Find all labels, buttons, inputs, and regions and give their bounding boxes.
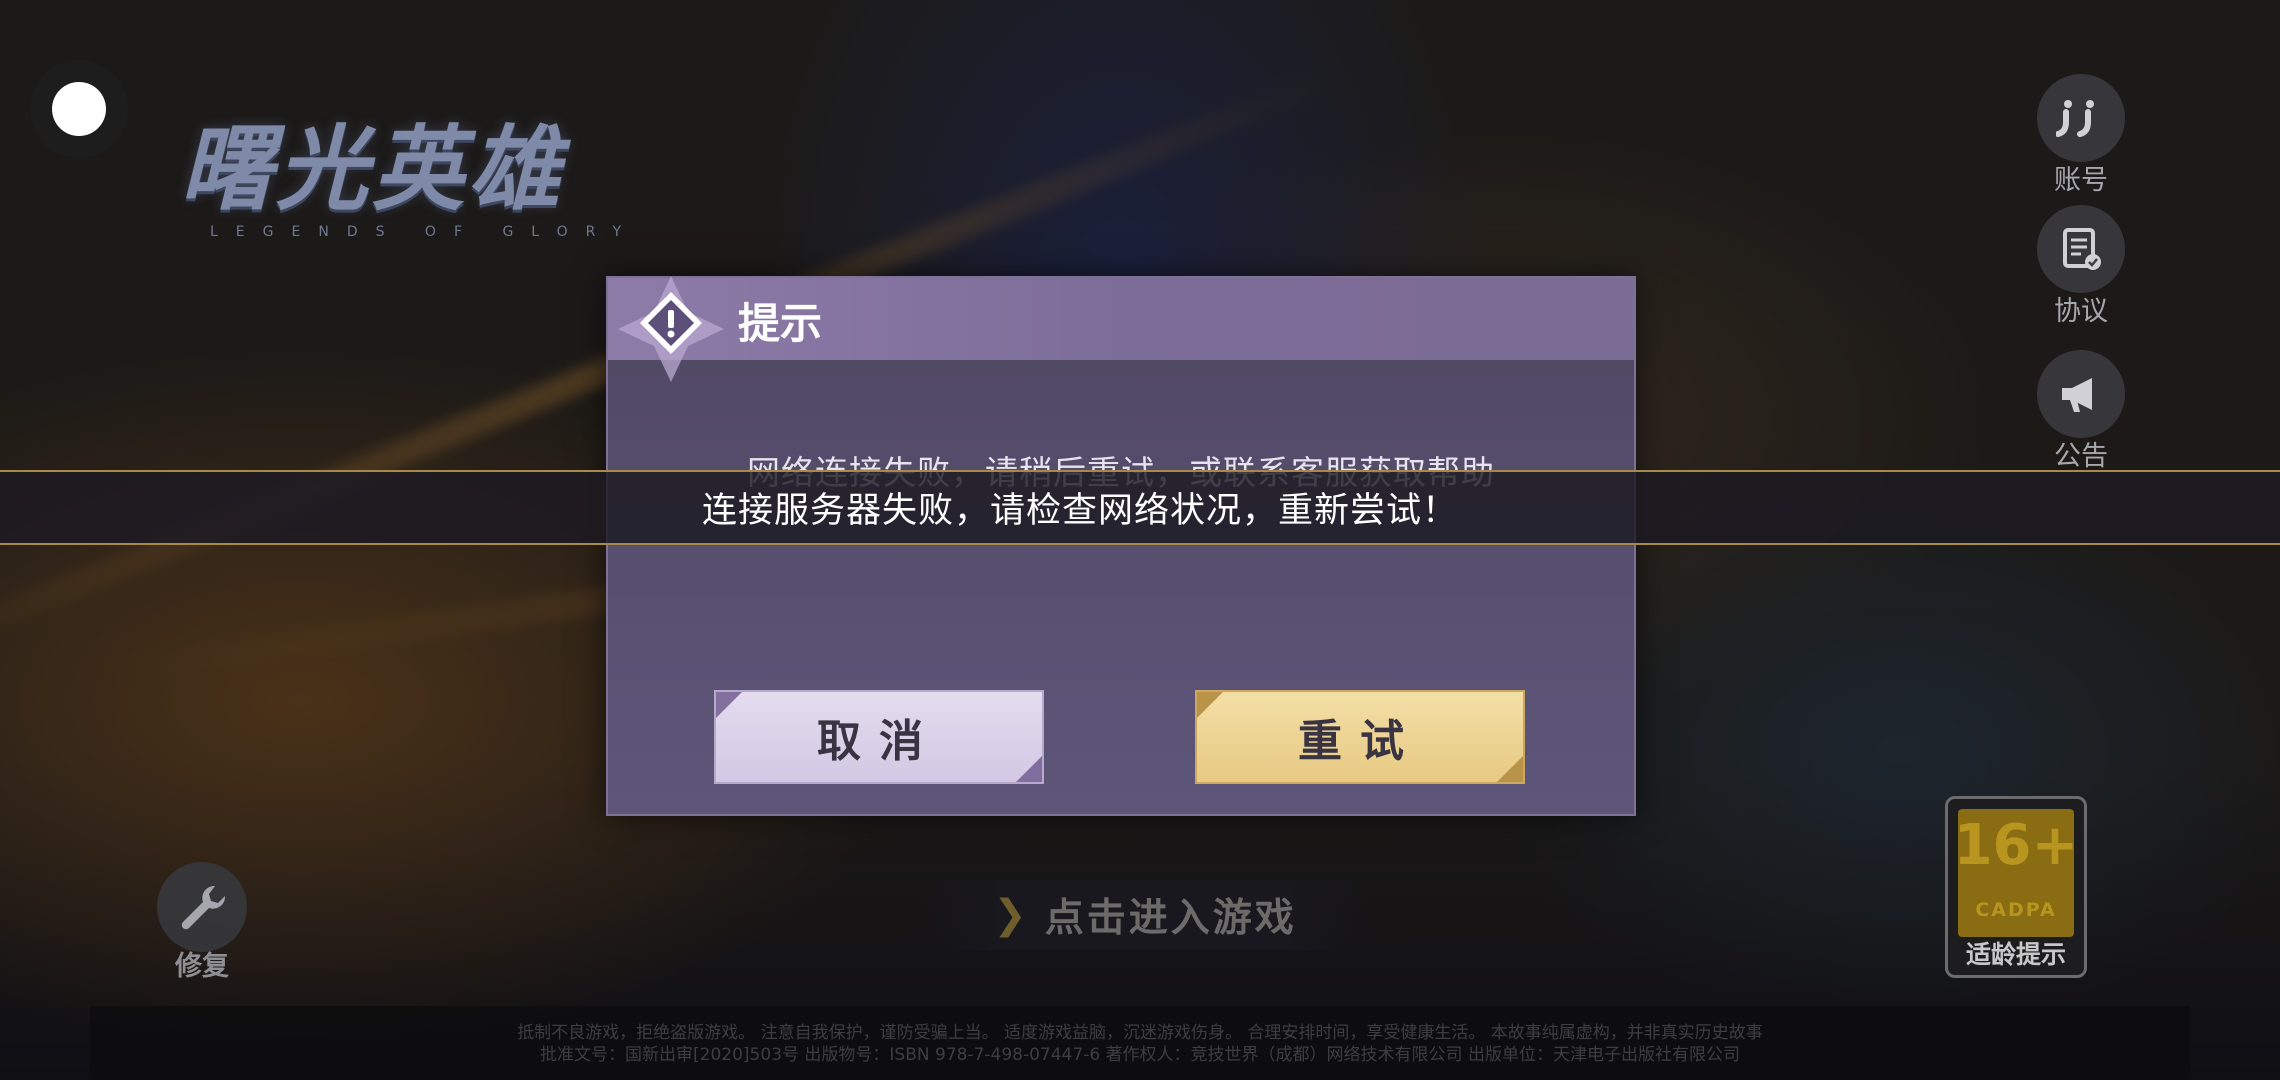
warning-icon <box>616 274 726 384</box>
button-corner-decoration <box>1497 756 1523 782</box>
retry-button-label: 重试 <box>1298 716 1422 767</box>
agreement-icon <box>2037 205 2125 293</box>
game-logo-title: 曙光英雄 <box>180 115 565 223</box>
start-game-label: 点击进入游戏 <box>1044 896 1297 941</box>
age-rating-label: 适龄提示 <box>1965 940 2066 969</box>
start-game-button[interactable]: ❯ 点击进入游戏 <box>920 880 1370 950</box>
agreement-label: 协议 <box>2054 296 2108 327</box>
repair-button[interactable]: 修复 <box>152 862 252 983</box>
toast-message: 连接服务器失败，请检查网络状况，重新尝试！ <box>701 491 1458 531</box>
button-corner-decoration <box>1016 756 1042 782</box>
age-rating-number: 16+ <box>1953 813 2079 878</box>
legal-line-1: 抵制不良游戏，拒绝盗版游戏。 注意自我保护，谨防受骗上当。 适度游戏益脑，沉迷游… <box>517 1023 1763 1043</box>
age-rating-org: CADPA <box>1975 899 2057 921</box>
wrench-icon <box>157 862 247 952</box>
account-button[interactable]: 账号 <box>2031 74 2131 197</box>
legal-line-2: 批准文号：国新出审[2020]503号 出版物号：ISBN 978-7-498-… <box>540 1045 1740 1065</box>
agreement-button[interactable]: 协议 <box>2031 205 2131 328</box>
game-logo-subtitle: LEGENDS OF GLORY <box>210 224 640 240</box>
account-icon <box>2037 74 2125 162</box>
double-arrow-icon: ❯ <box>993 892 1027 938</box>
age-rating-badge[interactable]: 16+ CADPA 适龄提示 <box>1945 796 2087 978</box>
assist-dot-icon <box>52 82 106 136</box>
repair-label: 修复 <box>175 951 229 982</box>
legal-notice: 抵制不良游戏，拒绝盗版游戏。 注意自我保护，谨防受骗上当。 适度游戏益脑，沉迷游… <box>90 1006 2190 1080</box>
retry-button[interactable]: 重试 <box>1195 690 1525 784</box>
cancel-button[interactable]: 取消 <box>714 690 1044 784</box>
cancel-button-label: 取消 <box>817 716 941 767</box>
game-logo: 曙光英雄 LEGENDS OF GLORY <box>180 95 639 240</box>
error-toast: 连接服务器失败，请检查网络状况，重新尝试！ <box>0 470 2280 545</box>
notice-label: 公告 <box>2054 441 2108 472</box>
account-label: 账号 <box>2054 165 2108 196</box>
dialog-title: 提示 <box>738 299 823 348</box>
button-corner-decoration <box>1197 692 1223 718</box>
button-corner-decoration <box>716 692 742 718</box>
notice-button[interactable]: 公告 <box>2031 350 2131 473</box>
megaphone-icon <box>2037 350 2125 438</box>
alert-dialog: 提示 网络连接失败，请稍后重试，或联系客服获取帮助 取消 重试 <box>606 276 1636 816</box>
floating-assist-button[interactable] <box>30 60 128 158</box>
